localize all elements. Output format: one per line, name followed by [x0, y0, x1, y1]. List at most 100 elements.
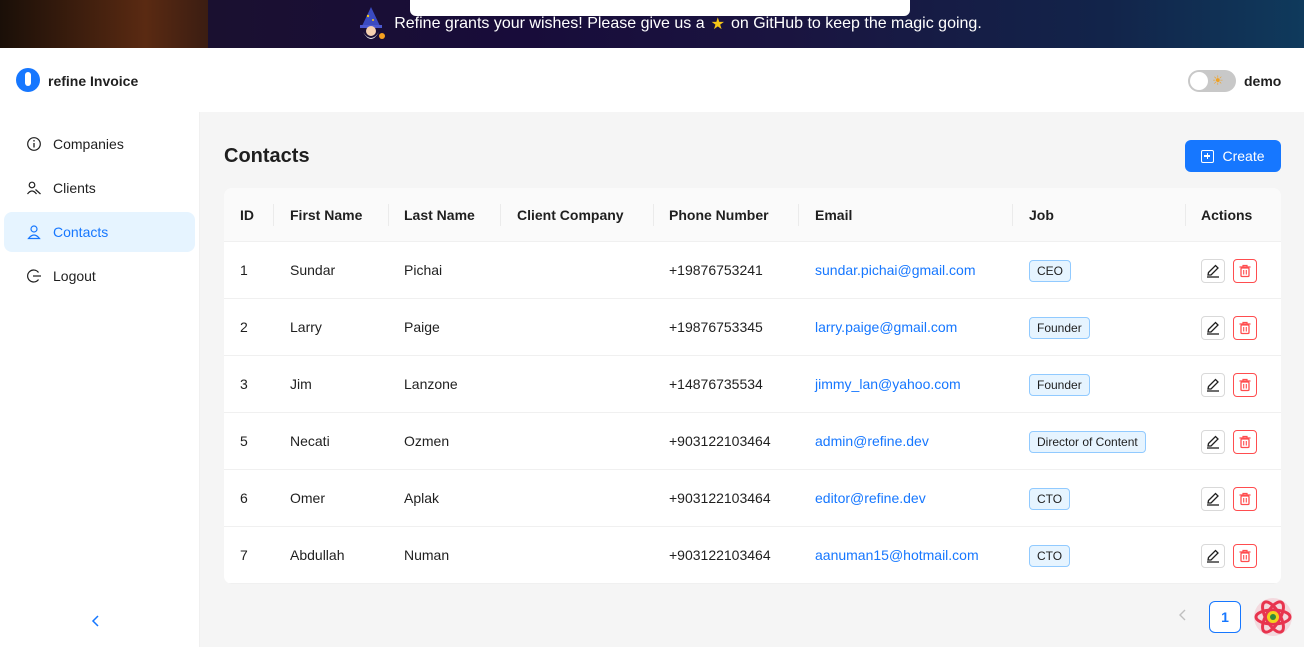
edit-button[interactable]: [1201, 544, 1225, 568]
cell-id: 1: [240, 262, 248, 278]
cell-first-name: Necati: [290, 433, 330, 449]
edit-button[interactable]: [1201, 259, 1225, 283]
cell-last-name: Pichai: [404, 262, 443, 278]
cell-id: 2: [240, 319, 248, 335]
trash-icon: [1239, 549, 1251, 563]
collapse-sidebar-button[interactable]: [90, 612, 102, 633]
cell-id: 6: [240, 490, 248, 506]
column-header-client-company[interactable]: Client Company: [517, 188, 624, 242]
info-circle-icon: [27, 137, 41, 151]
column-header-phone-number[interactable]: Phone Number: [669, 188, 769, 242]
banner-message[interactable]: Refine grants your wishes! Please give u…: [354, 6, 982, 42]
column-header-first-name[interactable]: First Name: [290, 188, 362, 242]
cell-phone-number: +14876735534: [669, 376, 763, 392]
pagination-page-button[interactable]: 1: [1209, 601, 1241, 633]
job-tag: CTO: [1029, 545, 1071, 567]
column-header-id[interactable]: ID: [240, 188, 254, 242]
table-row: 5 Necati Ozmen +903122103464 admin@refine.de…: [224, 413, 1281, 470]
react-devtools-icon[interactable]: [1252, 596, 1294, 638]
column-header-email[interactable]: Email: [815, 188, 852, 242]
table-row: 3 Jim Lanzone +14876735534 jimmy_lan@yahoo.c…: [224, 356, 1281, 413]
column-divider: [500, 204, 501, 226]
users-icon: [27, 181, 41, 195]
delete-button[interactable]: [1233, 316, 1257, 340]
edit-icon: [1207, 264, 1219, 278]
contacts-table: ID First Name Last Name Client Company P…: [224, 188, 1281, 584]
sidebar-item-clients[interactable]: Clients: [4, 168, 195, 208]
app-header: refine Invoice ☀ demo: [0, 48, 1304, 112]
edit-button[interactable]: [1201, 430, 1225, 454]
sidebar-item-logout[interactable]: Logout: [4, 256, 195, 296]
sidebar-item-companies[interactable]: Companies: [4, 124, 195, 164]
job-tag: Founder: [1029, 317, 1090, 339]
cell-first-name: Omer: [290, 490, 325, 506]
edit-button[interactable]: [1201, 487, 1225, 511]
sidebar: Companies Clients Contacts Logout: [0, 112, 200, 647]
table-header: ID First Name Last Name Client Company P…: [224, 188, 1281, 242]
banner-text-before: Refine grants your wishes! Please give u…: [394, 15, 705, 32]
sidebar-item-contacts[interactable]: Contacts: [4, 212, 195, 252]
trash-icon: [1239, 435, 1251, 449]
column-header-last-name[interactable]: Last Name: [404, 188, 475, 242]
cell-last-name: Numan: [404, 547, 450, 563]
cell-first-name: Jim: [290, 376, 312, 392]
plus-square-icon: [1201, 149, 1215, 163]
cell-id: 7: [240, 547, 248, 563]
cell-email[interactable]: admin@refine.dev: [815, 413, 929, 470]
chevron-left-icon: [1179, 609, 1186, 621]
sidebar-item-label: Clients: [53, 180, 96, 196]
cell-last-name: Ozmen: [404, 433, 450, 449]
wizard-icon: [360, 7, 386, 39]
pagination-prev-button[interactable]: [1178, 608, 1188, 627]
sun-icon: ☀: [1212, 73, 1224, 88]
column-divider: [1012, 204, 1013, 226]
column-divider: [653, 204, 654, 226]
edit-icon: [1207, 378, 1219, 392]
create-button[interactable]: Create: [1185, 140, 1281, 172]
cell-last-name: Lanzone: [404, 376, 458, 392]
edit-button[interactable]: [1201, 373, 1225, 397]
chevron-left-icon: [91, 615, 99, 627]
delete-button[interactable]: [1233, 430, 1257, 454]
cell-email[interactable]: jimmy_lan@yahoo.com: [815, 356, 961, 413]
cell-email[interactable]: aanuman15@hotmail.com: [815, 527, 979, 584]
promo-banner: Refine grants your wishes! Please give u…: [0, 0, 1304, 48]
cell-email[interactable]: sundar.pichai@gmail.com: [815, 242, 976, 299]
job-tag: Founder: [1029, 374, 1090, 396]
cell-phone-number: +903122103464: [669, 547, 771, 563]
cell-phone-number: +903122103464: [669, 433, 771, 449]
edit-icon: [1207, 549, 1219, 563]
column-header-actions: Actions: [1201, 207, 1253, 223]
star-icon: ★: [710, 16, 725, 33]
table-row: 2 Larry Paige +19876753345 larry.paige@gmail…: [224, 299, 1281, 356]
cell-last-name: Paige: [404, 319, 440, 335]
page-title: Contacts: [224, 145, 310, 167]
delete-button[interactable]: [1233, 373, 1257, 397]
theme-toggle[interactable]: ☀: [1188, 70, 1236, 92]
cell-email[interactable]: editor@refine.dev: [815, 470, 926, 527]
sidebar-item-label: Companies: [53, 136, 124, 152]
cell-email[interactable]: larry.paige@gmail.com: [815, 299, 957, 356]
trash-icon: [1239, 264, 1251, 278]
app-title[interactable]: refine Invoice: [48, 73, 138, 89]
edit-button[interactable]: [1201, 316, 1225, 340]
refine-logo-icon[interactable]: [16, 68, 40, 92]
table-body: 1 Sundar Pichai +19876753241 sundar.pichai@g…: [224, 242, 1281, 584]
delete-button[interactable]: [1233, 259, 1257, 283]
cell-first-name: Sundar: [290, 262, 336, 278]
table-row: 1 Sundar Pichai +19876753241 sundar.pichai@g…: [224, 242, 1281, 299]
cell-id: 3: [240, 376, 248, 392]
column-divider: [1185, 204, 1186, 226]
column-header-job[interactable]: Job: [1029, 188, 1054, 242]
delete-button[interactable]: [1233, 544, 1257, 568]
user-name: demo: [1244, 73, 1282, 89]
cell-id: 5: [240, 433, 248, 449]
delete-button[interactable]: [1233, 487, 1257, 511]
job-tag: Director of Content: [1029, 431, 1146, 453]
trash-icon: [1239, 321, 1251, 335]
user-icon: [27, 225, 41, 240]
banner-left-decoration: [0, 0, 208, 48]
table-row: 6 Omer Aplak +903122103464 editor@refine.dev…: [224, 470, 1281, 527]
cell-phone-number: +19876753345: [669, 319, 763, 335]
trash-icon: [1239, 492, 1251, 506]
